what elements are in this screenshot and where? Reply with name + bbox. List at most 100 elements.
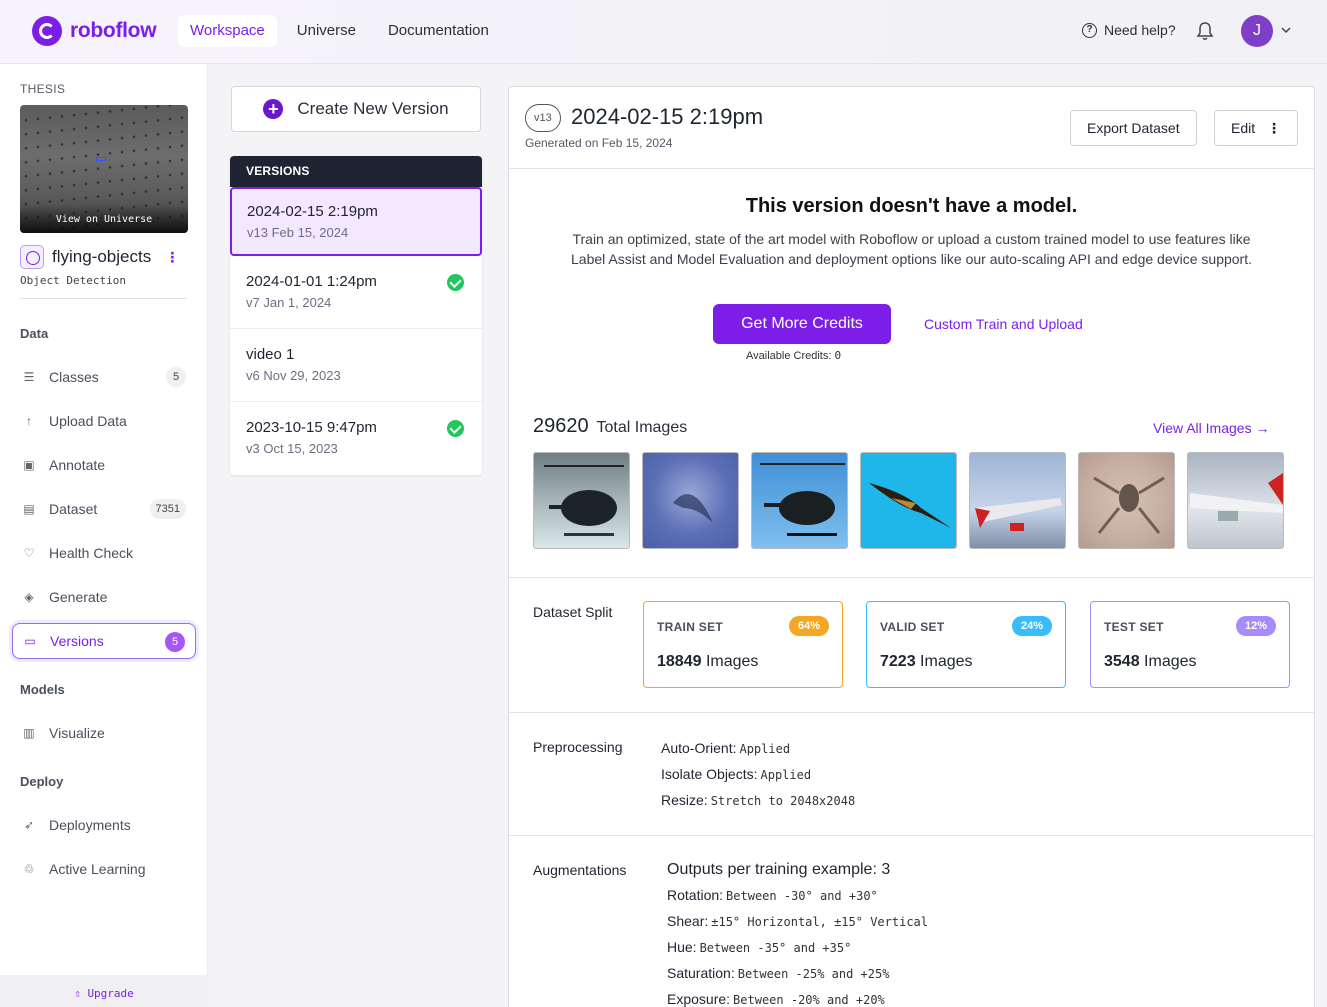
export-dataset-button[interactable]: Export Dataset	[1070, 110, 1197, 146]
view-all-images-link[interactable]: View All Images →	[1153, 420, 1269, 436]
sidebar-item-generate[interactable]: ◈ Generate	[12, 579, 196, 615]
arrow-right-icon: →	[1255, 420, 1270, 436]
section-data: Data	[20, 326, 49, 341]
sidebar-item-annotate[interactable]: ▣ Annotate	[12, 447, 196, 483]
preprocessing-label: Preprocessing	[533, 739, 623, 755]
sidebar-item-label: Dataset	[49, 501, 98, 517]
aug-value: Between -30° and +30°	[726, 889, 878, 903]
custom-train-upload-link[interactable]: Custom Train and Upload	[924, 316, 1083, 332]
augmentation-step: Rotation: Between -30° and +30°	[667, 887, 878, 903]
sample-image-helicopter[interactable]	[533, 452, 630, 549]
roboflow-logo[interactable]: roboflow	[32, 16, 157, 46]
help-label: Need help?	[1104, 22, 1176, 38]
nav-workspace[interactable]: Workspace	[178, 15, 277, 47]
version-title: 2024-02-15 2:19pm	[571, 104, 764, 129]
version-subtitle: v13 Feb 15, 2024	[247, 225, 349, 240]
upload-arrow-icon: ↑	[26, 414, 32, 428]
version-subtitle: v3 Oct 15, 2023	[246, 441, 338, 456]
nav-documentation[interactable]: Documentation	[376, 15, 501, 47]
sidebar-item-label: Generate	[49, 589, 108, 605]
globe-icon	[20, 245, 44, 269]
section-deploy: Deploy	[20, 774, 64, 789]
augmentation-step: Exposure: Between -20% and +20%	[667, 991, 885, 1007]
upgrade-icon: ⇧	[74, 987, 81, 1000]
sidebar-item-visualize[interactable]: ▥ Visualize	[12, 715, 196, 751]
roboflow-logo-icon	[32, 16, 62, 46]
sidebar-item-active-learning[interactable]: ♲ Active Learning	[12, 851, 196, 887]
sample-image-bird[interactable]	[860, 452, 957, 549]
no-model-title: This version doesn't have a model.	[745, 195, 1078, 217]
list-icon: ☰	[23, 370, 35, 384]
split-count: 7223 Images	[880, 653, 973, 671]
upgrade-label: Upgrade	[87, 987, 134, 1000]
version-item[interactable]: 2023-10-15 9:47pm v3 Oct 15, 2023	[230, 402, 482, 475]
split-count-unit: Images	[920, 653, 973, 670]
total-images-count: 29620	[533, 415, 589, 437]
sidebar: THESIS View on Universe flying-objects ⋮…	[0, 64, 208, 1007]
view-all-label: View All Images	[1153, 420, 1252, 436]
nav-universe[interactable]: Universe	[285, 15, 368, 47]
versions-list: VERSIONS 2024-02-15 2:19pm v13 Feb 15, 2…	[230, 156, 482, 475]
images-icon: ▤	[23, 502, 35, 516]
step-value: Stretch to 2048x2048	[710, 794, 856, 808]
split-percent-badge: 12%	[1235, 616, 1276, 636]
project-menu-icon[interactable]: ⋮	[165, 249, 179, 266]
sample-image-airplane[interactable]	[969, 452, 1066, 549]
get-more-credits-button[interactable]: Get More Credits	[713, 304, 891, 344]
create-new-version-button[interactable]: + Create New Version	[231, 86, 481, 132]
kebab-menu-icon: ⋮	[1267, 120, 1281, 136]
aug-name: Exposure:	[667, 991, 731, 1007]
generated-date: Generated on Feb 15, 2024	[525, 136, 673, 150]
step-value: Applied	[739, 742, 791, 756]
divider	[509, 712, 1314, 713]
folder-icon: ▭	[24, 634, 36, 648]
version-item[interactable]: 2024-01-01 1:24pm v7 Jan 1, 2024	[230, 256, 482, 329]
trained-check-icon	[447, 420, 464, 437]
dataset-count-badge: 7351	[149, 499, 186, 519]
available-credits: Available Credits: 0	[746, 349, 841, 362]
bell-icon[interactable]	[1196, 21, 1214, 41]
project-header: flying-objects ⋮	[20, 245, 179, 269]
sample-image-bird-blur[interactable]	[642, 452, 739, 549]
sidebar-item-label: Health Check	[49, 545, 134, 561]
sidebar-item-upload-data[interactable]: ↑ Upload Data	[12, 403, 196, 439]
logo-text: roboflow	[70, 19, 157, 42]
edit-button[interactable]: Edit ⋮	[1214, 110, 1298, 146]
sidebar-item-label: Deployments	[49, 817, 131, 833]
aug-value: Between -35° and +35°	[699, 941, 852, 955]
sample-image-helicopter-2[interactable]	[751, 452, 848, 549]
view-on-universe-link[interactable]: View on Universe	[20, 205, 188, 233]
version-item[interactable]: video 1 v6 Nov 29, 2023	[230, 329, 482, 402]
chevron-down-icon[interactable]	[1280, 24, 1292, 36]
version-item[interactable]: 2024-02-15 2:19pm v13 Feb 15, 2024	[230, 187, 482, 256]
step-value: Applied	[760, 768, 812, 782]
sidebar-item-label: Annotate	[49, 457, 106, 473]
split-name: TRAIN SET	[657, 620, 724, 634]
upgrade-button[interactable]: ⇧ Upgrade	[0, 975, 208, 1007]
sidebar-item-versions[interactable]: ▭ Versions 5	[12, 623, 196, 659]
rocket-icon: ➶	[23, 818, 35, 832]
user-avatar[interactable]: J	[1241, 15, 1273, 47]
split-count-value: 7223	[880, 653, 916, 670]
sample-image-airliner[interactable]	[1187, 452, 1284, 549]
version-title: 2024-02-15 2:19pm	[247, 203, 378, 220]
main-nav: Workspace Universe Documentation	[178, 15, 501, 47]
sidebar-item-dataset[interactable]: ▤ Dataset 7351	[12, 491, 196, 527]
project-thumbnail[interactable]: View on Universe	[20, 105, 188, 233]
split-percent-badge: 24%	[1011, 616, 1052, 636]
create-version-label: Create New Version	[297, 99, 449, 118]
trained-check-icon	[447, 274, 464, 291]
version-title: 2023-10-15 9:47pm	[246, 419, 377, 436]
version-subtitle: v6 Nov 29, 2023	[246, 368, 341, 383]
sidebar-item-classes[interactable]: ☰ Classes 5	[12, 359, 196, 395]
step-name: Isolate Objects:	[661, 766, 758, 782]
help-link[interactable]: ? Need help?	[1082, 22, 1176, 38]
sidebar-item-health-check[interactable]: ♡ Health Check	[12, 535, 196, 571]
sidebar-item-label: Classes	[49, 369, 99, 385]
augmentation-step: Shear: ±15° Horizontal, ±15° Vertical	[667, 913, 928, 929]
edit-label: Edit	[1231, 120, 1256, 136]
aug-name: Hue:	[667, 939, 697, 955]
sample-image-insect[interactable]	[1078, 452, 1175, 549]
outputs-per-example: Outputs per training example: 3	[667, 861, 891, 878]
sidebar-item-deployments[interactable]: ➶ Deployments	[12, 807, 196, 843]
